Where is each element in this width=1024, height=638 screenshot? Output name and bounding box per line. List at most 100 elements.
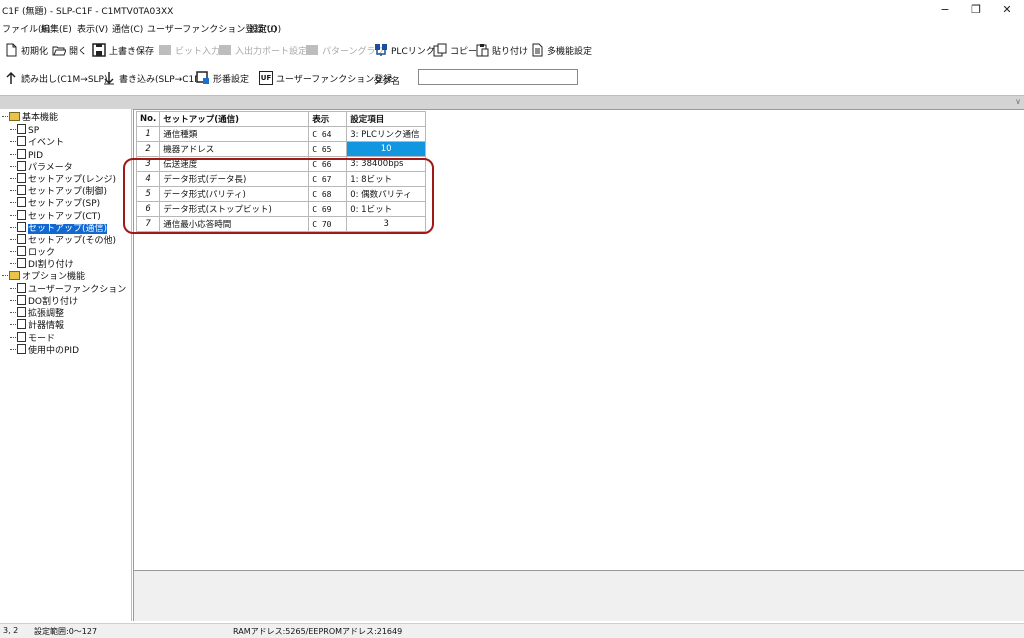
open-folder-icon — [52, 43, 67, 57]
tree-group-option[interactable]: オプション機能 — [2, 270, 85, 283]
cell-display: C 65 — [308, 141, 348, 157]
tree-item-basic-10[interactable]: ロック — [10, 246, 55, 258]
tree-item-basic-1[interactable]: イベント — [10, 136, 64, 148]
tree-connector — [10, 336, 16, 338]
bit-input-icon — [158, 43, 172, 57]
new-button[interactable]: 初期化 — [4, 41, 48, 59]
save-icon — [92, 43, 106, 57]
cell-value[interactable]: 3: PLCリンク通信 — [346, 126, 427, 142]
write-label: 書き込み(SLP→C1M) — [119, 74, 206, 85]
tree-connector — [10, 263, 16, 265]
tree-item-basic-4[interactable]: セットアップ(レンジ) — [10, 173, 116, 185]
close-button[interactable]: ✕ — [992, 2, 1022, 18]
tree-item-basic-5[interactable]: セットアップ(制御) — [10, 185, 107, 197]
document-icon — [17, 160, 26, 171]
document-icon — [17, 173, 26, 183]
title-bar: C1F (無題) - SLP-C1F - C1MTV0TA03XX − ❐ ✕ — [0, 0, 1024, 20]
plc-link-label: PLCリンク — [391, 46, 435, 57]
tree-connector — [10, 202, 16, 204]
io-port-button[interactable]: 入出力ポート設定 — [218, 41, 307, 59]
tree-item-option-4[interactable]: モード — [10, 331, 55, 344]
new-file-icon — [4, 43, 18, 57]
multi-setting-button[interactable]: 多機能設定 — [530, 41, 592, 59]
tree-connector — [10, 251, 16, 253]
col-name-header: セットアップ(通信) — [159, 111, 310, 127]
open-button[interactable]: 開く — [52, 41, 87, 59]
tree-item-option-0[interactable]: ユーザーファンクション — [10, 282, 126, 295]
tree-item-option-2[interactable]: 拡張調整 — [10, 307, 64, 319]
tree-item-basic-8[interactable]: セットアップ(通信) — [10, 221, 108, 234]
cell-no: 1 — [135, 126, 161, 142]
document-icon — [17, 148, 26, 159]
paste-label: 貼り付け — [492, 46, 529, 57]
io-port-label: 入出力ポート設定 — [235, 46, 308, 57]
tree-group-basic[interactable]: 基本機能 — [2, 112, 58, 124]
menu-settings[interactable]: 設定(O) — [249, 22, 281, 35]
tree-item-basic-3[interactable]: パラメータ — [10, 160, 73, 173]
tree-item-basic-7[interactable]: セットアップ(CT) — [10, 209, 101, 222]
tree-item-label: SP — [28, 126, 40, 137]
maximize-button[interactable]: ❐ — [961, 2, 991, 18]
new-label: 初期化 — [21, 46, 49, 57]
folder-icon — [9, 112, 20, 121]
tree-item-basic-2[interactable]: PID — [10, 148, 44, 161]
tag-name-input[interactable] — [418, 69, 578, 85]
document-icon — [17, 234, 26, 244]
cursor-position: 3, 2 — [3, 626, 19, 635]
document-icon — [17, 295, 26, 305]
bit-input-button[interactable]: ビット入力 — [158, 41, 220, 59]
minimize-button[interactable]: − — [930, 2, 960, 18]
tree-connector — [10, 141, 16, 143]
toolbar-main: 初期化 開く 上書き保存 ビット入力 入出力ポート設定 パターングラフ PLCリ… — [0, 39, 1024, 61]
table-row[interactable]: 1 通信種類 C 64 3: PLCリンク通信 — [135, 126, 427, 142]
tree-item-option-1[interactable]: DO割り付け — [10, 295, 78, 307]
document-icon — [17, 282, 26, 293]
table-header-row: No. セットアップ(通信) 表示 設定項目 — [135, 111, 427, 127]
model-setting-button[interactable]: 形番設定 — [196, 69, 249, 87]
menu-comm[interactable]: 通信(C) — [112, 22, 143, 35]
upload-arrow-icon — [4, 71, 18, 85]
menu-edit[interactable]: 編集(E) — [41, 22, 72, 35]
multi-setting-label: 多機能設定 — [547, 46, 593, 57]
download-arrow-icon — [102, 71, 116, 85]
paste-button[interactable]: 貼り付け — [475, 41, 528, 59]
tree-item-basic-11[interactable]: DI割り付け — [10, 258, 74, 270]
model-setting-icon — [196, 71, 210, 85]
paste-icon — [475, 43, 489, 57]
pattern-graph-button[interactable]: パターングラフ — [305, 41, 385, 59]
tree-connector — [10, 178, 16, 179]
document-icon — [17, 209, 26, 220]
tree-connector — [10, 226, 16, 228]
tree-item-option-5[interactable]: 使用中のPID — [10, 343, 79, 356]
plc-link-button[interactable]: PLCリンク — [374, 41, 435, 59]
save-label: 上書き保存 — [109, 46, 155, 57]
document-icon — [17, 197, 26, 208]
tree-item-basic-9[interactable]: セットアップ(その他) — [10, 234, 116, 246]
cell-no: 2 — [135, 141, 161, 157]
tree-connector — [10, 239, 16, 240]
read-button[interactable]: 読み出し(C1M→SLP) — [4, 69, 108, 87]
save-button[interactable]: 上書き保存 — [92, 41, 154, 59]
tree-item-basic-0[interactable]: SP — [10, 124, 39, 136]
tree-item-label: 基本機能 — [22, 113, 59, 123]
status-bar: 3, 2 設定範囲:0～127 RAMアドレス:5265/EEPROMアドレス:… — [0, 623, 1024, 638]
tree-item-label: PID — [28, 150, 44, 161]
write-button[interactable]: 書き込み(SLP→C1M) — [102, 69, 206, 87]
uf-icon: UF — [259, 71, 273, 85]
tree-item-option-3[interactable]: 計器情報 — [10, 319, 64, 331]
tree-item-label: 拡張調整 — [28, 309, 65, 320]
document-icon — [17, 221, 26, 232]
document-icon — [17, 343, 26, 354]
tree-item-label: DO割り付け — [28, 297, 79, 307]
table-row[interactable]: 2 機器アドレス C 65 10 — [135, 141, 427, 157]
panel-header-band: ∨ — [0, 95, 1024, 110]
copy-button[interactable]: コピー — [433, 41, 477, 59]
chevron-down-icon[interactable]: ∨ — [1015, 97, 1021, 106]
menu-view[interactable]: 表示(V) — [77, 22, 108, 35]
tree-connector — [10, 312, 16, 314]
copy-icon — [433, 43, 447, 57]
tree-connector — [10, 153, 16, 155]
cell-value[interactable]: 10 — [346, 141, 427, 157]
tree-item-label: セットアップ(通信) — [28, 223, 108, 234]
tree-item-basic-6[interactable]: セットアップ(SP) — [10, 197, 100, 209]
